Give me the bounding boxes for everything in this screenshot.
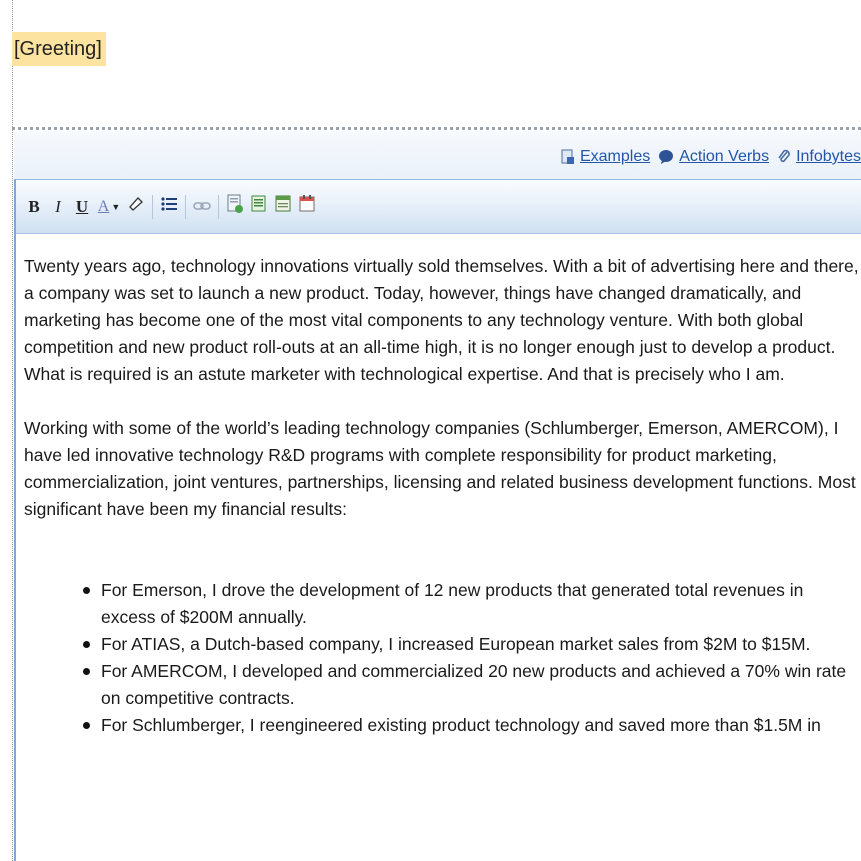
page-add-icon [226, 194, 244, 219]
font-color-icon: A [97, 197, 110, 215]
green-page-icon [250, 194, 268, 219]
list-item: For Emerson, I drove the development of … [83, 577, 861, 631]
insert-section-button[interactable] [223, 194, 247, 220]
insert-column-button[interactable] [295, 194, 319, 220]
calendar-icon [298, 194, 316, 219]
toolbar-separator [218, 194, 219, 219]
table-icon [274, 194, 292, 219]
insert-table-button[interactable] [247, 194, 271, 220]
rich-text-editor[interactable]: B I U A ▼ Twenty years ago, technology i… [14, 179, 861, 861]
list-item: For ATIAS, a Dutch-based company, I incr… [83, 631, 861, 658]
results-bullet-list: For Emerson, I drove the development of … [24, 577, 861, 739]
bullet-list-button[interactable] [157, 194, 181, 220]
underline-button[interactable]: U [70, 194, 94, 220]
examples-link-label: Examples [579, 148, 651, 165]
infobytes-link-label: Infobytes [796, 148, 861, 165]
body-paragraph-1: Twenty years ago, technology innovations… [24, 256, 859, 384]
font-color-button[interactable]: A ▼ [94, 194, 124, 220]
speech-bubble-icon [658, 149, 674, 165]
body-paragraph-2: Working with some of the world’s leading… [24, 418, 856, 519]
action-verbs-link-label: Action Verbs [679, 148, 770, 165]
helper-links-bar: Examples Action Verbs Infobytes [14, 131, 861, 180]
list-item: For AMERCOM, I developed and commerciali… [83, 658, 861, 712]
infobytes-link[interactable]: Infobytes [777, 148, 861, 166]
examples-link[interactable]: Examples [561, 148, 650, 166]
bold-button[interactable]: B [22, 194, 46, 220]
chevron-down-icon: ▼ [111, 201, 121, 212]
link-button[interactable] [190, 194, 214, 220]
action-verbs-link[interactable]: Action Verbs [658, 148, 769, 166]
document-icon [561, 149, 575, 165]
list-item: For Schlumberger, I reengineered existin… [83, 712, 861, 739]
eraser-icon [128, 196, 144, 217]
paperclip-icon [777, 149, 791, 165]
section-divider [12, 127, 861, 130]
bullet-list-icon [160, 195, 178, 218]
italic-button[interactable]: I [46, 194, 70, 220]
chain-link-icon [193, 197, 211, 217]
toolbar-separator [152, 194, 153, 219]
helper-links: Examples Action Verbs Infobytes [553, 146, 861, 168]
editor-toolbar: B I U A ▼ [16, 180, 861, 234]
insert-row-button[interactable] [271, 194, 295, 220]
toolbar-separator [185, 194, 186, 219]
eraser-button[interactable] [124, 194, 148, 220]
editor-content[interactable]: Twenty years ago, technology innovations… [16, 234, 861, 739]
greeting-placeholder[interactable]: [Greeting] [12, 32, 106, 66]
